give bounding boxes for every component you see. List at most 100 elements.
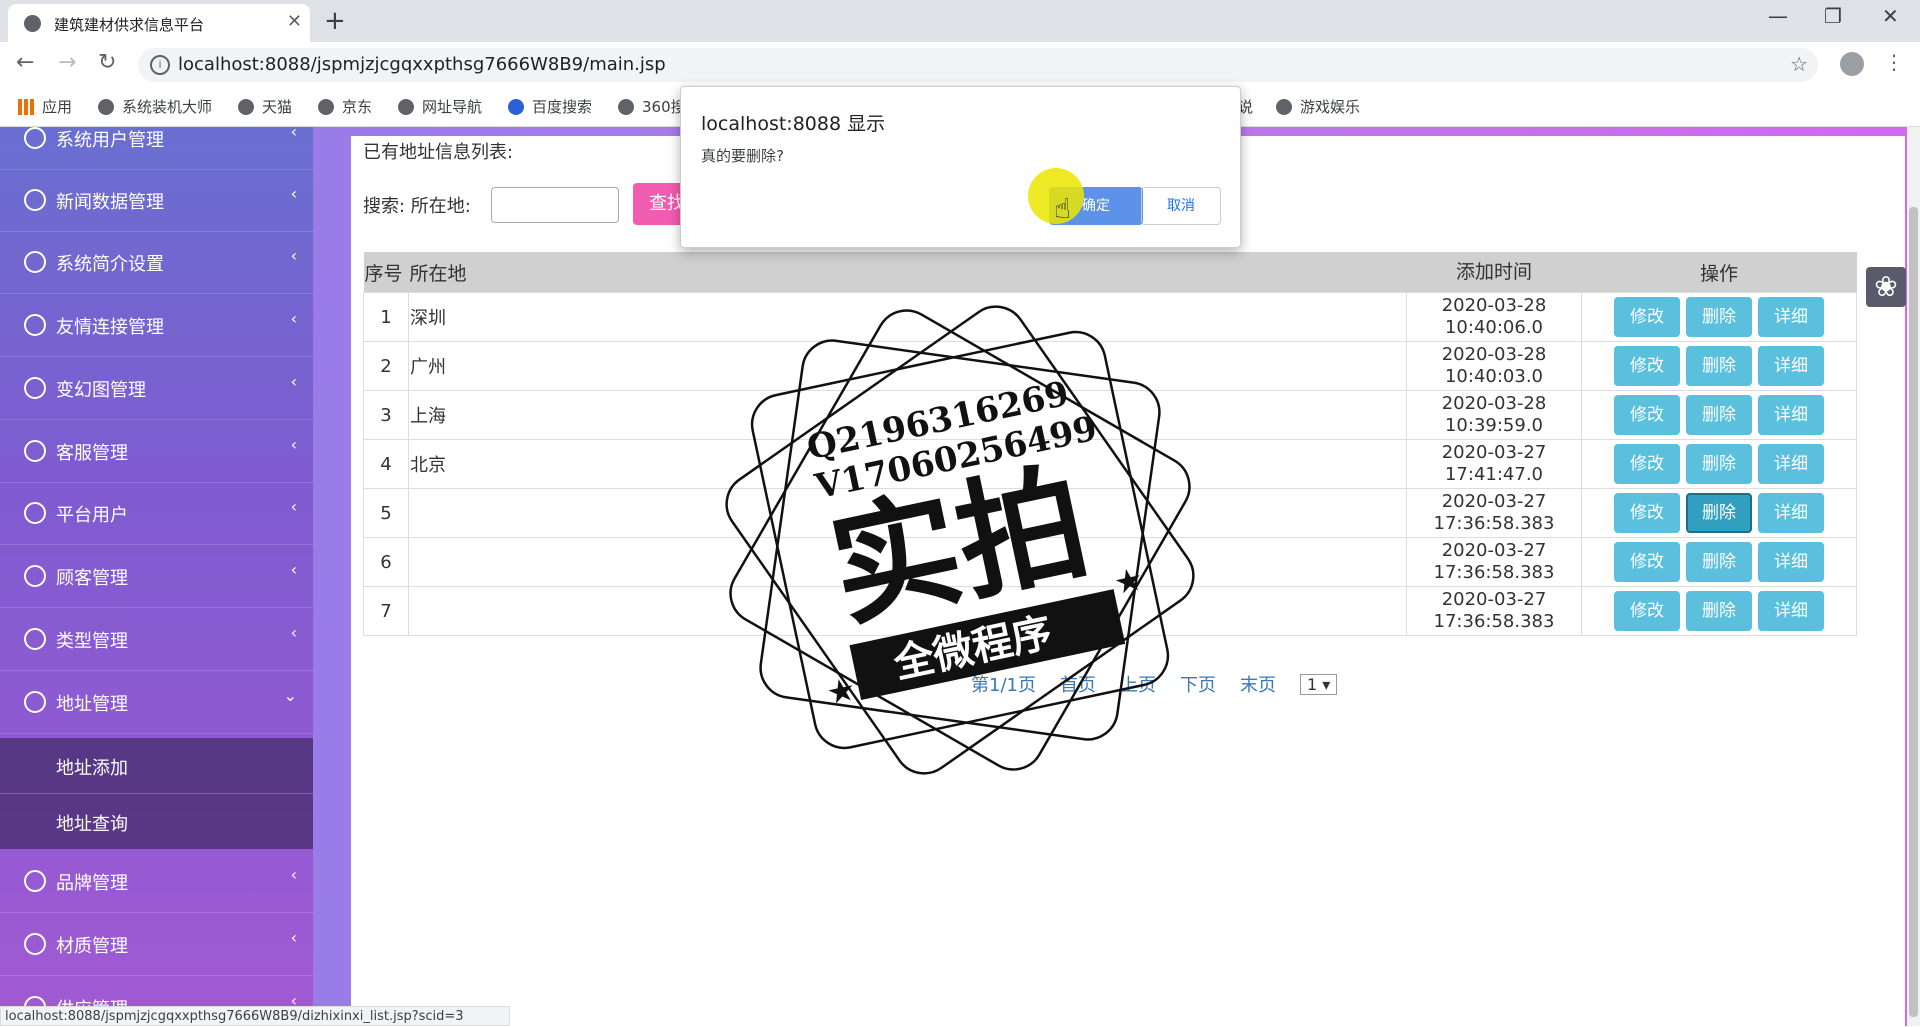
edit-button[interactable]: 修改 [1614, 297, 1680, 337]
time-clock: 17:41:47.0 [1444, 464, 1543, 485]
tab-strip: 建筑建材供求信息平台 ✕ + — ❐ ✕ [0, 0, 1920, 42]
user-circle-icon [24, 189, 46, 211]
edit-button[interactable]: 修改 [1614, 542, 1680, 582]
last-page-link[interactable]: 末页 [1240, 671, 1276, 697]
bookmark-item[interactable]: 京东 [318, 96, 372, 117]
edit-button[interactable]: 修改 [1614, 395, 1680, 435]
globe-icon [318, 98, 334, 115]
edit-button[interactable]: 修改 [1614, 444, 1680, 484]
cell-no: 5 [363, 488, 409, 538]
chevron-left-icon: ‹ [290, 928, 297, 947]
page-scrollbar[interactable] [1907, 127, 1920, 1026]
cell-time: 2020-03-27 17:36:58.383 [1406, 488, 1582, 538]
browser-tab[interactable]: 建筑建材供求信息平台 ✕ [8, 4, 310, 42]
edit-button[interactable]: 修改 [1614, 591, 1680, 631]
close-tab-icon[interactable]: ✕ [287, 11, 302, 32]
bookmark-item[interactable]: 系统装机大师 [98, 96, 212, 117]
detail-button[interactable]: 详细 [1758, 542, 1824, 582]
edit-button[interactable]: 修改 [1614, 346, 1680, 386]
sidebar: 系统用户管理 ‹ 新闻数据管理 ‹ 系统简介设置 ‹ 友情连接管理 ‹ 变幻图管理 ‹ 客… [0, 127, 313, 1026]
user-circle-icon [24, 377, 46, 399]
sidebar-item-intro[interactable]: 系统简介设置 ‹ [0, 231, 313, 294]
delete-button[interactable]: 删除 [1686, 346, 1752, 386]
browser-toolbar: ← → ↻ i localhost:8088/jspmjzjcgqxxpthsg… [0, 42, 1920, 88]
restore-icon[interactable]: ❐ [1824, 4, 1842, 28]
new-tab-icon[interactable]: + [324, 6, 346, 36]
delete-button[interactable]: 删除 [1686, 297, 1752, 337]
star-icon: ★ [1111, 559, 1147, 602]
bookmark-item[interactable]: 游戏娱乐 [1276, 96, 1360, 117]
time-clock: 17:36:58.383 [1433, 562, 1555, 583]
sidebar-item-customers[interactable]: 顾客管理 ‹ [0, 545, 313, 608]
dialog-cancel-button[interactable]: 取消 [1141, 187, 1221, 225]
cell-ops: 修改 删除 详细 [1581, 586, 1857, 636]
sidebar-item-carousel[interactable]: 变幻图管理 ‹ [0, 357, 313, 420]
time-date: 2020-03-27 [1441, 589, 1547, 610]
cell-ops: 修改 删除 详细 [1581, 537, 1857, 587]
sidebar-item-brands[interactable]: 品牌管理 ‹ [0, 850, 313, 913]
delete-button[interactable]: 删除 [1686, 395, 1752, 435]
time-clock: 10:39:59.0 [1444, 415, 1543, 436]
bookmark-star-icon[interactable]: ☆ [1790, 52, 1808, 76]
sidebar-item-address[interactable]: 地址管理 ⌄ [0, 671, 313, 734]
user-circle-icon [24, 440, 46, 462]
url-text[interactable]: localhost:8088/jspmjzjcgqxxpthsg7666W8B9… [178, 54, 666, 75]
user-circle-icon [24, 691, 46, 713]
sidebar-item-service[interactable]: 客服管理 ‹ [0, 420, 313, 483]
sidebar-item-materials[interactable]: 材质管理 ‹ [0, 913, 313, 976]
time-clock: 10:40:06.0 [1444, 317, 1543, 338]
window-close-icon[interactable]: ✕ [1882, 4, 1899, 28]
minimize-icon[interactable]: — [1768, 4, 1788, 28]
list-title: 已有地址信息列表: [363, 142, 514, 163]
chevron-left-icon: ‹ [290, 623, 297, 642]
time-clock: 17:36:58.383 [1433, 513, 1555, 534]
apps-icon [18, 98, 34, 115]
detail-button[interactable]: 详细 [1758, 444, 1824, 484]
sidebar-subitem-address-query[interactable]: 地址查询 [0, 794, 313, 849]
hand-cursor-icon: ☝ [1054, 192, 1072, 225]
menu-icon[interactable]: ⋮ [1884, 50, 1904, 74]
detail-button[interactable]: 详细 [1758, 346, 1824, 386]
page-select[interactable]: 1 ▾ [1299, 673, 1338, 695]
delete-button[interactable]: 删除 [1686, 493, 1752, 533]
col-header-no: 序号 [363, 252, 409, 293]
cell-ops: 修改 删除 详细 [1581, 488, 1857, 538]
sidebar-subitem-address-add[interactable]: 地址添加 [0, 738, 313, 793]
location-search-input[interactable] [491, 187, 619, 223]
bookmark-item[interactable]: 百度搜索 [508, 96, 592, 117]
sidebar-item-platform-users[interactable]: 平台用户 ‹ [0, 482, 313, 545]
sidebar-item-system-users[interactable]: 系统用户管理 ‹ [0, 127, 313, 170]
edit-button[interactable]: 修改 [1614, 493, 1680, 533]
chevron-down-icon: ⌄ [283, 686, 297, 705]
delete-button[interactable]: 删除 [1686, 542, 1752, 582]
chevron-left-icon: ‹ [290, 372, 297, 391]
profile-avatar[interactable] [1840, 52, 1864, 76]
reload-icon[interactable]: ↻ [98, 50, 116, 75]
scrollbar-thumb[interactable] [1909, 207, 1918, 1017]
cell-no: 7 [363, 586, 409, 636]
col-header-time: 添加时间 [1406, 252, 1582, 293]
sidebar-item-links[interactable]: 友情连接管理 ‹ [0, 294, 313, 357]
detail-button[interactable]: 详细 [1758, 297, 1824, 337]
detail-button[interactable]: 详细 [1758, 493, 1824, 533]
sidebar-item-news[interactable]: 新闻数据管理 ‹ [0, 169, 313, 232]
forward-icon[interactable]: → [58, 50, 76, 75]
bookmark-apps[interactable]: 应用 [18, 96, 72, 117]
delete-button[interactable]: 删除 [1686, 444, 1752, 484]
time-clock: 10:40:03.0 [1444, 366, 1543, 387]
detail-button[interactable]: 详细 [1758, 591, 1824, 631]
back-icon[interactable]: ← [16, 50, 34, 75]
user-circle-icon [24, 502, 46, 524]
bookmark-item[interactable]: 网址导航 [398, 96, 482, 117]
star-icon: ★ [823, 669, 859, 712]
bookmark-item[interactable]: 360搜 [618, 96, 686, 117]
sidebar-item-types[interactable]: 类型管理 ‹ [0, 608, 313, 671]
user-circle-icon [24, 565, 46, 587]
user-circle-icon [24, 251, 46, 273]
address-bar[interactable]: i localhost:8088/jspmjzjcgqxxpthsg7666W8… [138, 48, 1818, 82]
info-icon[interactable]: i [150, 55, 170, 75]
detail-button[interactable]: 详细 [1758, 395, 1824, 435]
delete-button[interactable]: 删除 [1686, 591, 1752, 631]
flower-widget-icon[interactable]: ❀ [1866, 267, 1906, 307]
bookmark-item[interactable]: 天猫 [238, 96, 292, 117]
